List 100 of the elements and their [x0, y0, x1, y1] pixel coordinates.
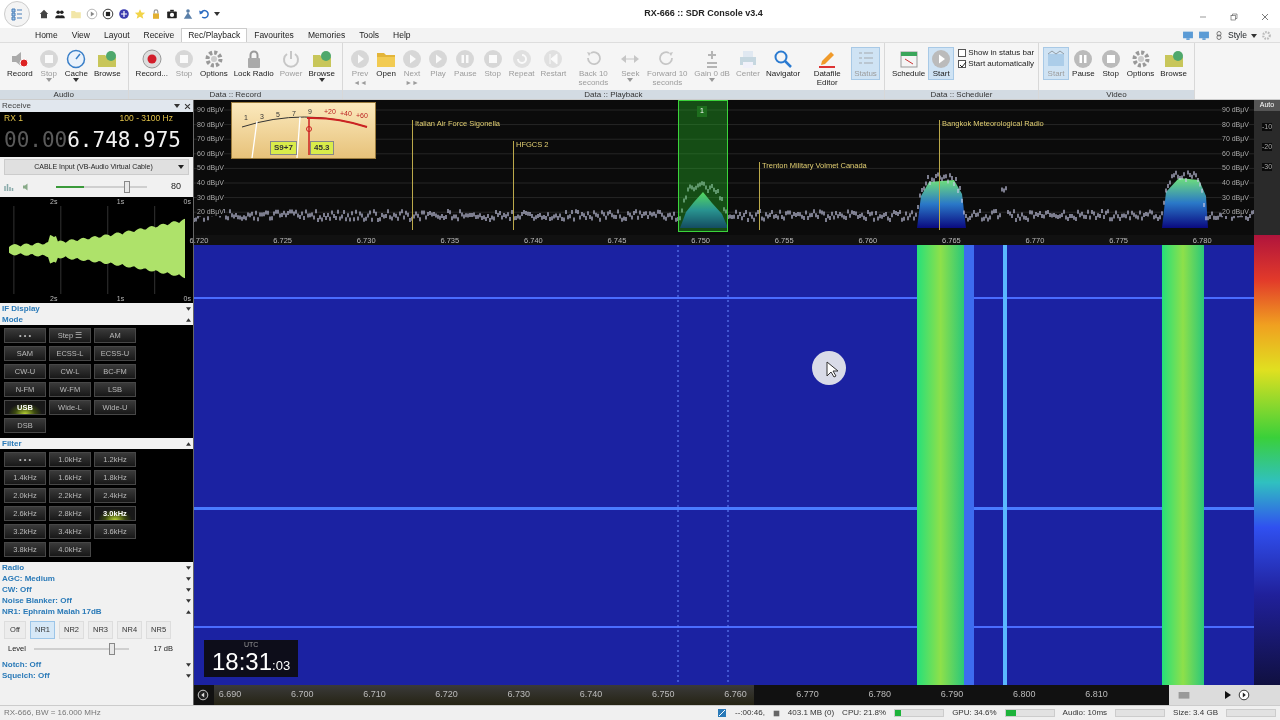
- expand-icon[interactable]: [186, 598, 191, 603]
- menu-tab[interactable]: Tools: [352, 28, 387, 42]
- bandwidth-label: 100 - 3100 Hz: [119, 112, 174, 124]
- play-icon: [402, 49, 423, 69]
- collapse-icon[interactable]: [186, 441, 191, 446]
- speaker-icon: [9, 49, 30, 69]
- search-icon: [773, 49, 794, 69]
- play-icon[interactable]: [1224, 691, 1232, 699]
- menu-tab[interactable]: Help: [386, 28, 418, 42]
- expand-icon[interactable]: [186, 662, 191, 667]
- ribbon-button[interactable]: Schedule: [888, 47, 929, 80]
- group-title: Data :: Scheduler: [884, 90, 1039, 99]
- axis-tick: 6.720: [435, 688, 458, 701]
- expand-icon[interactable]: [186, 587, 191, 592]
- axis-tick: 6.740: [579, 688, 603, 701]
- ribbon-button[interactable]: Browse: [305, 47, 339, 84]
- section-header[interactable]: Mode: [2, 314, 23, 325]
- caret-icon: [627, 78, 634, 82]
- ribbon-button[interactable]: Options: [197, 47, 231, 80]
- section-header[interactable]: IF Display: [2, 303, 40, 314]
- play-icon: [86, 8, 98, 20]
- pause-icon: [1073, 49, 1094, 69]
- menu-tab[interactable]: Rec/Playback: [181, 28, 248, 42]
- ribbon-button[interactable]: Pause: [1069, 47, 1098, 80]
- scroll-left-icon[interactable]: [197, 689, 209, 701]
- collapse-icon[interactable]: [186, 609, 191, 614]
- ribbon-button[interactable]: Lock Radio: [230, 47, 277, 80]
- ribbon-button[interactable]: Start: [928, 47, 955, 80]
- slider-thumb[interactable]: [109, 643, 116, 655]
- list-icon: [10, 7, 24, 21]
- section-header[interactable]: AGC: Medium: [2, 573, 55, 584]
- camera-icon: [166, 8, 178, 20]
- menu-tab[interactable]: View: [64, 28, 97, 42]
- menu-tab[interactable]: Favourites: [247, 28, 301, 42]
- close-icon: [184, 102, 191, 110]
- star-icon: [134, 8, 146, 20]
- ribbon-button[interactable]: Browse: [1157, 47, 1190, 80]
- folder-icon: [70, 8, 82, 20]
- gauge-icon: [66, 49, 87, 69]
- selection-band[interactable]: [678, 100, 728, 232]
- checkbox[interactable]: [958, 48, 967, 57]
- caret-icon: [45, 78, 52, 82]
- receiver-label: RX 1: [4, 112, 23, 124]
- menu-tab[interactable]: Home: [28, 28, 65, 42]
- axis-tick: 6.690: [218, 688, 242, 701]
- status-time: --:00:46,: [735, 707, 765, 719]
- checkbox-label[interactable]: Show in status bar: [968, 47, 1035, 58]
- section-header[interactable]: Radio: [2, 562, 25, 573]
- gear-icon: [1261, 30, 1272, 42]
- folder-icon: [97, 49, 118, 69]
- stop-icon: [102, 8, 114, 20]
- pencil-icon: [817, 49, 838, 69]
- caret-icon: [214, 12, 220, 16]
- ribbon-button[interactable]: Browse: [90, 47, 124, 80]
- expand-icon[interactable]: [186, 306, 191, 311]
- ribbon-button[interactable]: Options: [1123, 47, 1158, 80]
- status-memory: 403.1 MB (0): [787, 707, 835, 719]
- volume-value: 80: [170, 180, 182, 194]
- menu-tab[interactable]: Receive: [136, 28, 182, 42]
- window-title: RX-666 :: SDR Console v3.4: [643, 7, 764, 21]
- ribbon-button[interactable]: Stop: [1097, 47, 1124, 80]
- section-header[interactable]: Filter: [2, 438, 22, 449]
- section-header[interactable]: Notch: Off: [2, 659, 42, 670]
- status-value: CPU: 21.8%: [842, 707, 887, 719]
- ribbon-button[interactable]: Navigator: [762, 47, 804, 80]
- status-value: Size: 3.4 GB: [1173, 707, 1218, 719]
- menu-tab[interactable]: Layout: [96, 28, 137, 42]
- caret-icon: [73, 78, 80, 82]
- axis-tick: 6.780: [868, 688, 892, 701]
- monitor-icon: [1198, 30, 1211, 42]
- section-header[interactable]: Noise Blanker: Off: [2, 595, 72, 606]
- close-icon: [1259, 11, 1270, 22]
- checkbox[interactable]: [958, 59, 967, 68]
- group-title: Data :: Record: [128, 90, 343, 99]
- style-menu[interactable]: Style: [1228, 29, 1257, 42]
- collapse-icon[interactable]: [186, 317, 191, 322]
- menu-tab[interactable]: Memories: [300, 28, 353, 42]
- expand-icon[interactable]: [186, 565, 191, 570]
- expand-icon[interactable]: [186, 673, 191, 678]
- stop-icon: [482, 49, 503, 69]
- stop-icon: [1100, 49, 1121, 69]
- ribbon-button[interactable]: Record...: [132, 47, 172, 80]
- leader-line: [759, 162, 760, 230]
- ribbon-button[interactable]: Datafile Editor: [803, 47, 852, 89]
- person-icon: [182, 8, 194, 20]
- caret-icon: [174, 104, 180, 108]
- expand-icon[interactable]: [186, 576, 191, 581]
- ribbon-button[interactable]: Open: [373, 47, 400, 80]
- ribbon-button[interactable]: Record: [4, 47, 36, 80]
- section-header[interactable]: NR1: Ephraim Malah 17dB: [2, 606, 102, 617]
- section-header[interactable]: CW: Off: [2, 584, 32, 595]
- app-menu-button[interactable]: [4, 1, 30, 27]
- slider-thumb[interactable]: [123, 181, 130, 193]
- scroll-right-icon[interactable]: [1238, 689, 1250, 701]
- section-header[interactable]: Squelch: Off: [2, 670, 50, 681]
- frequency-prefix: 00.00: [4, 126, 68, 154]
- restart-icon: [543, 49, 564, 69]
- ribbon-button[interactable]: Cache: [61, 47, 91, 84]
- checkbox-label[interactable]: Start automatically: [968, 58, 1035, 69]
- record-icon: [141, 49, 162, 69]
